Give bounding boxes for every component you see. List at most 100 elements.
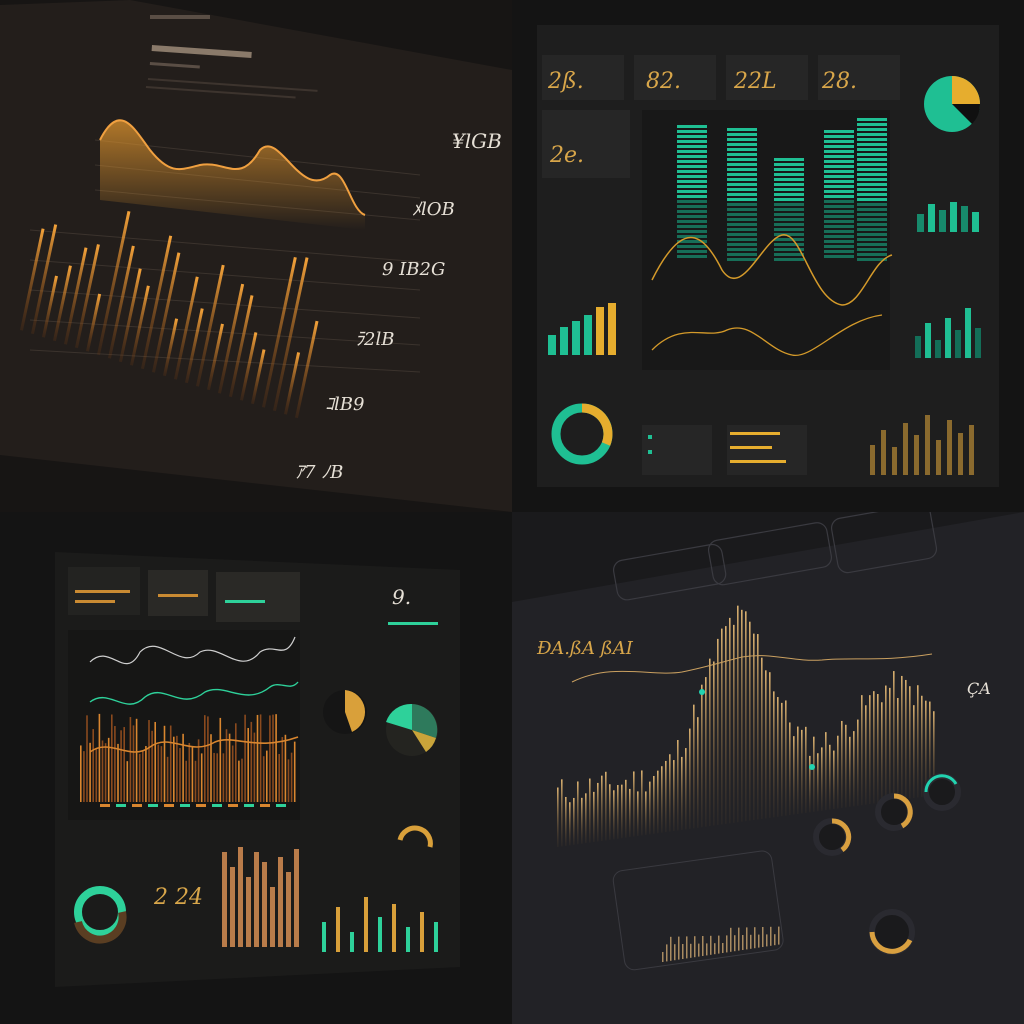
bar [160,746,163,802]
bar [717,638,719,825]
bar [629,788,631,838]
bar [824,240,854,243]
bar [774,258,804,261]
bar [892,447,897,475]
bar [713,661,715,826]
bar [685,748,687,830]
bar [727,253,757,256]
bar [765,670,767,819]
bar [572,321,580,355]
bar [584,315,592,355]
bar [275,714,277,802]
bar [677,250,707,253]
bar [238,760,240,802]
bar [857,253,887,256]
bar [180,804,190,807]
bar [677,220,707,223]
bar [677,215,707,218]
bar [677,255,707,258]
bar [824,255,854,258]
bar [841,720,843,808]
bar [706,943,708,956]
dashboard-tile-orange: ¥lGB ﾒlOB 9 IB2G ﾗ2lB ｺlB9 ｱ7 ﾉB [0,0,512,512]
bar [857,133,887,136]
kpi-value-2: 82. [646,69,681,94]
bar [677,190,707,193]
bar [677,135,707,138]
bar [950,202,957,232]
bar [857,128,887,131]
bar [727,258,757,261]
bar [677,145,707,148]
bar [204,715,206,802]
bar [284,734,287,802]
bar [727,188,757,191]
panel-title: ÐA.ßA ßAI [536,638,634,659]
bar [813,736,815,812]
bar [677,140,707,143]
bar [809,755,811,813]
bar [176,735,178,802]
bar [857,233,887,236]
bar [727,223,757,226]
bar [608,303,616,355]
bar [781,702,783,817]
bar [294,849,299,947]
bar [917,214,924,232]
bar [727,243,757,246]
bar [336,907,340,952]
bar [698,943,700,957]
stat-value-2: ﾒlOB [412,199,455,220]
bar [837,735,839,809]
bar [649,781,651,835]
bar [269,715,271,802]
bar [824,200,854,203]
bar [378,917,382,952]
bar [913,705,915,799]
bar [733,624,735,823]
bar [727,203,757,206]
bar [364,897,368,952]
bar [824,230,854,233]
bar [727,138,757,141]
bar [244,714,246,802]
board [0,0,512,512]
bar [228,733,231,802]
bar [250,721,253,802]
kpi-value-4: 28. [821,69,857,94]
bar [774,183,804,186]
bar [98,713,101,802]
bar [420,912,424,952]
bar [714,943,716,955]
bar [673,760,675,832]
bar [774,193,804,196]
bar [754,927,756,949]
bar [746,927,748,950]
bar [903,423,908,475]
bar [669,754,671,832]
bar [677,205,707,208]
bar [727,213,757,216]
bar [247,728,249,802]
bar [774,228,804,231]
bar [824,155,854,158]
bar [677,150,707,153]
bar [392,904,396,952]
bar [824,225,854,228]
bar [278,753,280,802]
bar [228,804,238,807]
bar [677,200,707,203]
bar [774,173,804,176]
bar [117,743,119,802]
bar [928,204,935,232]
bar [824,165,854,168]
bar [625,779,627,838]
bar [793,736,795,815]
bar [774,178,804,181]
bar [750,934,752,949]
orange-dashboard-board: ¥lGB ﾒlOB 9 IB2G ﾗ2lB ｺlB9 ｱ7 ﾉB [0,0,512,512]
bar [83,751,85,802]
bar [857,208,887,211]
bar [270,887,275,947]
bar [947,420,952,475]
